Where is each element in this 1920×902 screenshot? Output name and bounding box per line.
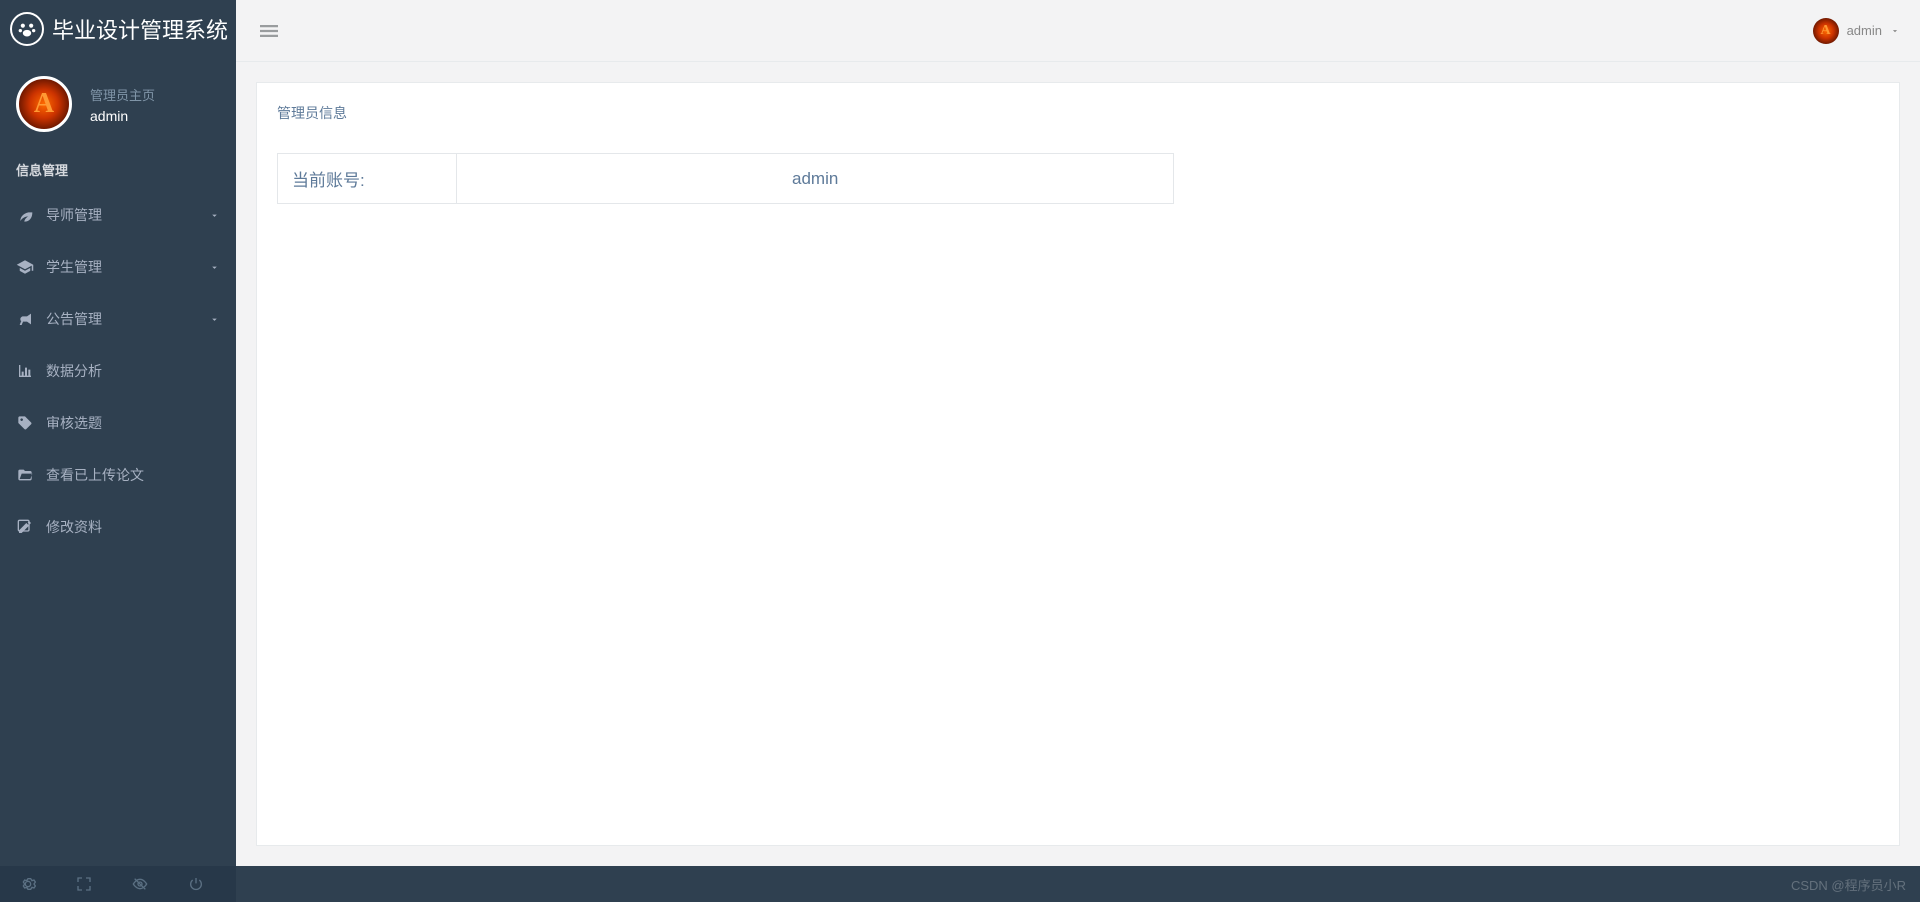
account-value-cell: admin	[457, 154, 1174, 204]
sidebar-item-tutor-management[interactable]: 导师管理	[0, 189, 236, 241]
nav-label: 修改资料	[46, 517, 220, 537]
nav-label: 公告管理	[46, 309, 197, 329]
nav-list: 导师管理 学生管理 公告管理	[0, 189, 236, 553]
user-profile: A 管理员主页 admin	[0, 58, 236, 144]
fullscreen-icon	[76, 876, 92, 892]
sidebar-item-data-analysis[interactable]: 数据分析	[0, 345, 236, 397]
profile-role: 管理员主页	[90, 85, 155, 104]
content-panel: 管理员信息 当前账号: admin	[256, 82, 1900, 846]
topbar-username: admin	[1847, 23, 1882, 38]
sidebar-item-review-topic[interactable]: 审核选题	[0, 397, 236, 449]
topbar: A admin	[236, 0, 1920, 62]
nav-label: 学生管理	[46, 257, 197, 277]
gear-icon	[20, 876, 36, 892]
sidebar-item-view-papers[interactable]: 查看已上传论文	[0, 449, 236, 501]
accessibility-button[interactable]	[112, 866, 168, 902]
chevron-down-icon	[1890, 26, 1900, 36]
sidebar-item-student-management[interactable]: 学生管理	[0, 241, 236, 293]
content-wrapper: 管理员信息 当前账号: admin	[236, 62, 1920, 866]
sidebar: 毕业设计管理系统 A 管理员主页 admin 信息管理 导师管理	[0, 0, 236, 902]
nav-section-title: 信息管理	[0, 144, 236, 189]
fullscreen-button[interactable]	[56, 866, 112, 902]
power-icon	[188, 876, 204, 892]
profile-text: 管理员主页 admin	[90, 85, 155, 124]
bullhorn-icon	[16, 310, 34, 328]
edit-icon	[16, 518, 34, 536]
sidebar-header: 毕业设计管理系统	[0, 0, 236, 58]
nav-label: 查看已上传论文	[46, 465, 220, 485]
folder-open-icon	[16, 466, 34, 484]
sidebar-item-edit-profile[interactable]: 修改资料	[0, 501, 236, 553]
chevron-down-icon	[209, 210, 220, 221]
nav-label: 数据分析	[46, 361, 220, 381]
power-button[interactable]	[168, 866, 224, 902]
nav-label: 导师管理	[46, 205, 197, 225]
topbar-avatar: A	[1813, 18, 1839, 44]
menu-toggle-button[interactable]	[256, 18, 282, 44]
footer-bar: CSDN @程序员小R	[236, 866, 1920, 902]
paw-icon	[10, 12, 44, 46]
settings-button[interactable]	[0, 866, 56, 902]
sidebar-item-notice-management[interactable]: 公告管理	[0, 293, 236, 345]
user-menu[interactable]: A admin	[1813, 18, 1900, 44]
table-row: 当前账号: admin	[278, 154, 1174, 204]
breadcrumb: 管理员信息	[277, 103, 1879, 123]
tags-icon	[16, 414, 34, 432]
bars-icon	[260, 22, 278, 40]
info-table: 当前账号: admin	[277, 153, 1174, 204]
chevron-down-icon	[209, 262, 220, 273]
bar-chart-icon	[16, 362, 34, 380]
avatar: A	[16, 76, 72, 132]
eye-slash-icon	[132, 876, 148, 892]
nav-label: 审核选题	[46, 413, 220, 433]
chevron-down-icon	[209, 314, 220, 325]
leaf-icon	[16, 206, 34, 224]
graduation-cap-icon	[16, 258, 34, 276]
app-title: 毕业设计管理系统	[52, 13, 228, 45]
main: A admin 管理员信息 当前账号: admin CSDN @程序员小R	[236, 0, 1920, 902]
account-label-cell: 当前账号:	[278, 154, 457, 204]
sidebar-footer	[0, 866, 236, 902]
watermark: CSDN @程序员小R	[1791, 875, 1906, 894]
profile-username: admin	[90, 108, 155, 124]
